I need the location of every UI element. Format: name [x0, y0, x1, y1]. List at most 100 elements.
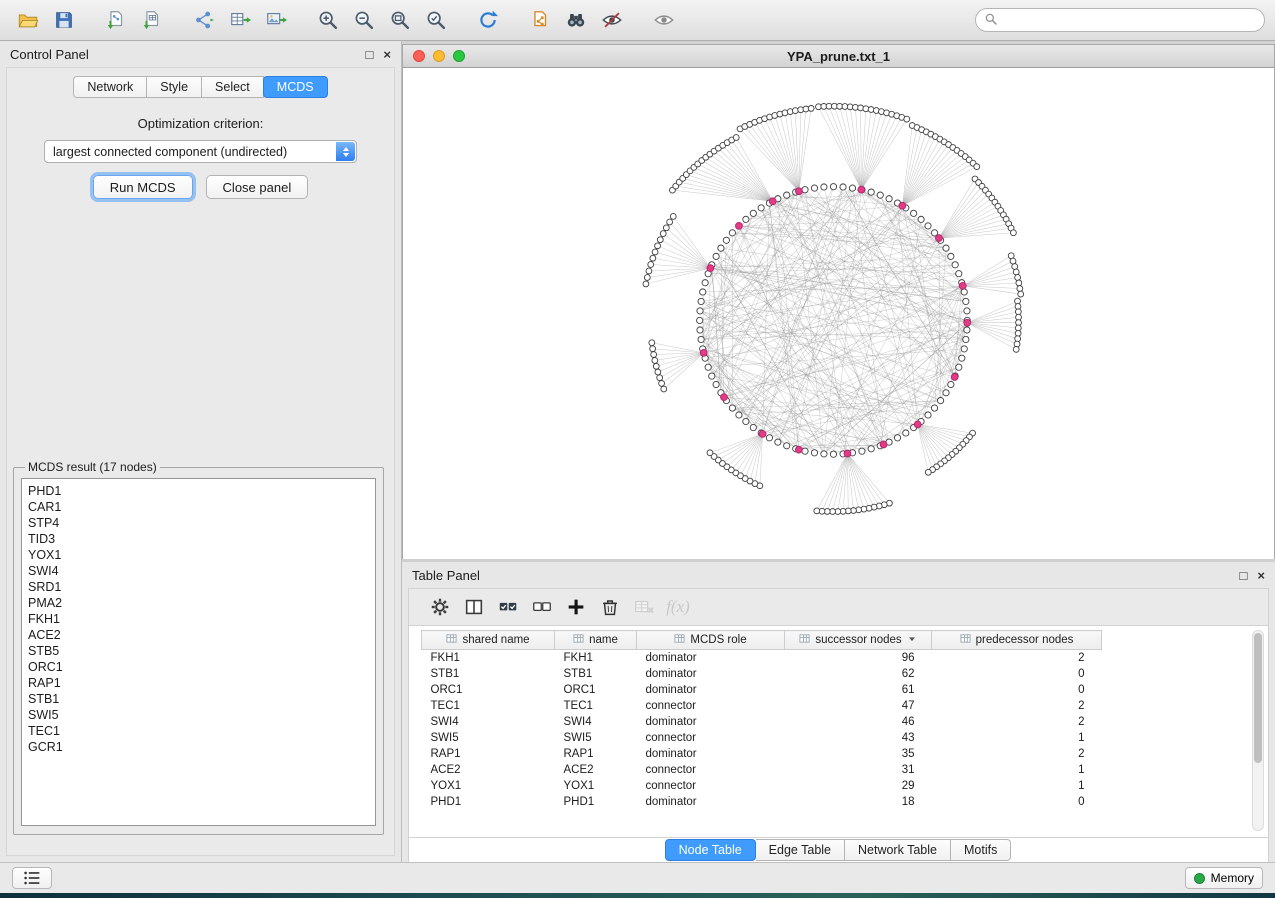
run-mcds-button[interactable]: Run MCDS	[93, 175, 193, 199]
mcds-result-item[interactable]: PMA2	[28, 595, 375, 611]
mcds-result-item[interactable]: SWI5	[28, 707, 375, 723]
mcds-result-item[interactable]: STB1	[28, 691, 375, 707]
table-row[interactable]: ORC1ORC1dominator610	[422, 682, 1102, 698]
optimization-dropdown[interactable]: largest connected component (undirected)	[44, 140, 357, 163]
scrollbar-thumb[interactable]	[1254, 633, 1262, 763]
delete-row-icon[interactable]	[593, 592, 627, 622]
table-vertical-scrollbar[interactable]	[1252, 630, 1264, 831]
memory-status-icon	[1194, 873, 1205, 884]
toolbar-separator	[454, 6, 470, 34]
tab-select[interactable]: Select	[202, 76, 264, 98]
tab-network-table[interactable]: Network Table	[845, 839, 951, 861]
float-panel-icon[interactable]: □	[366, 48, 374, 61]
mcds-result-item[interactable]: GCR1	[28, 739, 375, 755]
mcds-result-item[interactable]: SWI4	[28, 563, 375, 579]
table-row[interactable]: RAP1RAP1dominator352	[422, 746, 1102, 762]
close-panel-button[interactable]: Close panel	[206, 175, 309, 199]
tab-network[interactable]: Network	[73, 76, 147, 98]
binoculars-icon[interactable]	[558, 4, 594, 36]
mcds-result-item[interactable]: TEC1	[28, 723, 375, 739]
clear-table-icon[interactable]	[627, 592, 661, 622]
table-row[interactable]: ACE2ACE2connector311	[422, 762, 1102, 778]
table-row[interactable]: TEC1TEC1connector472	[422, 698, 1102, 714]
import-network-icon[interactable]	[98, 4, 134, 36]
table-row[interactable]: PHD1PHD1dominator180	[422, 794, 1102, 810]
import-table-icon[interactable]	[134, 4, 170, 36]
refresh-icon[interactable]	[470, 4, 506, 36]
export-table-icon[interactable]	[222, 4, 258, 36]
column-header-name[interactable]: name	[555, 631, 637, 650]
show-graphics-icon[interactable]	[646, 4, 682, 36]
mcds-result-item[interactable]: ORC1	[28, 659, 375, 675]
mcds-result-item[interactable]: TID3	[28, 531, 375, 547]
duplicate-network-icon[interactable]	[522, 4, 558, 36]
table-column-icon	[573, 633, 584, 647]
tab-mcds[interactable]: MCDS	[263, 76, 328, 98]
zoom-selected-icon[interactable]	[418, 4, 454, 36]
zoom-out-icon[interactable]	[346, 4, 382, 36]
table-row[interactable]: YOX1YOX1connector291	[422, 778, 1102, 794]
dropdown-stepper-icon	[336, 142, 355, 161]
column-header-MCDS-role[interactable]: MCDS role	[637, 631, 785, 650]
mcds-result-item[interactable]: STP4	[28, 515, 375, 531]
close-panel-icon[interactable]: ×	[383, 48, 391, 61]
window-close-icon[interactable]	[413, 50, 425, 62]
export-image-icon[interactable]	[258, 4, 294, 36]
tab-style[interactable]: Style	[147, 76, 202, 98]
deselect-all-icon[interactable]	[525, 592, 559, 622]
table-row[interactable]: SWI5SWI5connector431	[422, 730, 1102, 746]
columns-icon[interactable]	[457, 592, 491, 622]
export-network-icon[interactable]	[186, 4, 222, 36]
right-column: YPA_prune.txt_1 Table Panel □	[402, 41, 1275, 862]
mcds-result-item[interactable]: YOX1	[28, 547, 375, 563]
control-panel-header: Control Panel □ ×	[0, 41, 401, 67]
network-canvas-container	[402, 68, 1275, 562]
mcds-result-item[interactable]: RAP1	[28, 675, 375, 691]
table-row[interactable]: FKH1FKH1dominator962	[422, 650, 1102, 666]
mcds-result-item[interactable]: STB5	[28, 643, 375, 659]
window-zoom-icon[interactable]	[453, 50, 465, 62]
column-header-predecessor-nodes[interactable]: predecessor nodes	[932, 631, 1102, 650]
table-panel-header: Table Panel □ ×	[402, 562, 1275, 588]
column-header-successor-nodes[interactable]: successor nodes	[785, 631, 932, 650]
panel-selector-button[interactable]	[12, 867, 52, 889]
close-panel-icon[interactable]: ×	[1257, 569, 1265, 582]
float-panel-icon[interactable]: □	[1240, 569, 1248, 582]
mcds-result-item[interactable]: PHD1	[28, 483, 375, 499]
control-panel-title: Control Panel	[10, 47, 89, 62]
tab-edge-table[interactable]: Edge Table	[756, 839, 845, 861]
memory-button[interactable]: Memory	[1185, 867, 1263, 889]
mcds-result-item[interactable]: FKH1	[28, 611, 375, 627]
search-input[interactable]	[1003, 13, 1256, 27]
table-row[interactable]: STB1STB1dominator620	[422, 666, 1102, 682]
desktop-wallpaper	[0, 893, 1275, 898]
open-folder-icon[interactable]	[10, 4, 46, 36]
select-all-icon[interactable]	[491, 592, 525, 622]
memory-label: Memory	[1211, 871, 1254, 885]
network-window: YPA_prune.txt_1	[402, 44, 1275, 559]
hide-graphics-icon[interactable]	[594, 4, 630, 36]
zoom-fit-icon[interactable]	[382, 4, 418, 36]
search-box[interactable]	[975, 8, 1265, 32]
column-header-shared-name[interactable]: shared name	[422, 631, 555, 650]
zoom-in-icon[interactable]	[310, 4, 346, 36]
save-icon[interactable]	[46, 4, 82, 36]
table-panel: Table Panel □ × f(x) shared namenameMCDS…	[402, 562, 1275, 862]
table-column-icon	[960, 633, 971, 647]
tab-node-table[interactable]: Node Table	[665, 839, 756, 861]
mcds-result-title: MCDS result (17 nodes)	[25, 460, 160, 474]
gear-icon[interactable]	[423, 592, 457, 622]
window-minimize-icon[interactable]	[433, 50, 445, 62]
fx-icon[interactable]: f(x)	[661, 592, 695, 622]
table-panel-title: Table Panel	[412, 568, 480, 583]
mcds-result-item[interactable]: ACE2	[28, 627, 375, 643]
add-row-icon[interactable]	[559, 592, 593, 622]
table-row[interactable]: SWI4SWI4dominator462	[422, 714, 1102, 730]
mcds-result-list[interactable]: PHD1CAR1STP4TID3YOX1SWI4SRD1PMA2FKH1ACE2…	[21, 478, 376, 826]
toolbar-separator	[630, 6, 646, 34]
main-area: Control Panel □ × NetworkStyleSelectMCDS…	[0, 41, 1275, 862]
mcds-result-item[interactable]: CAR1	[28, 499, 375, 515]
mcds-result-item[interactable]: SRD1	[28, 579, 375, 595]
tab-motifs[interactable]: Motifs	[951, 839, 1011, 861]
network-canvas[interactable]	[403, 68, 1274, 562]
